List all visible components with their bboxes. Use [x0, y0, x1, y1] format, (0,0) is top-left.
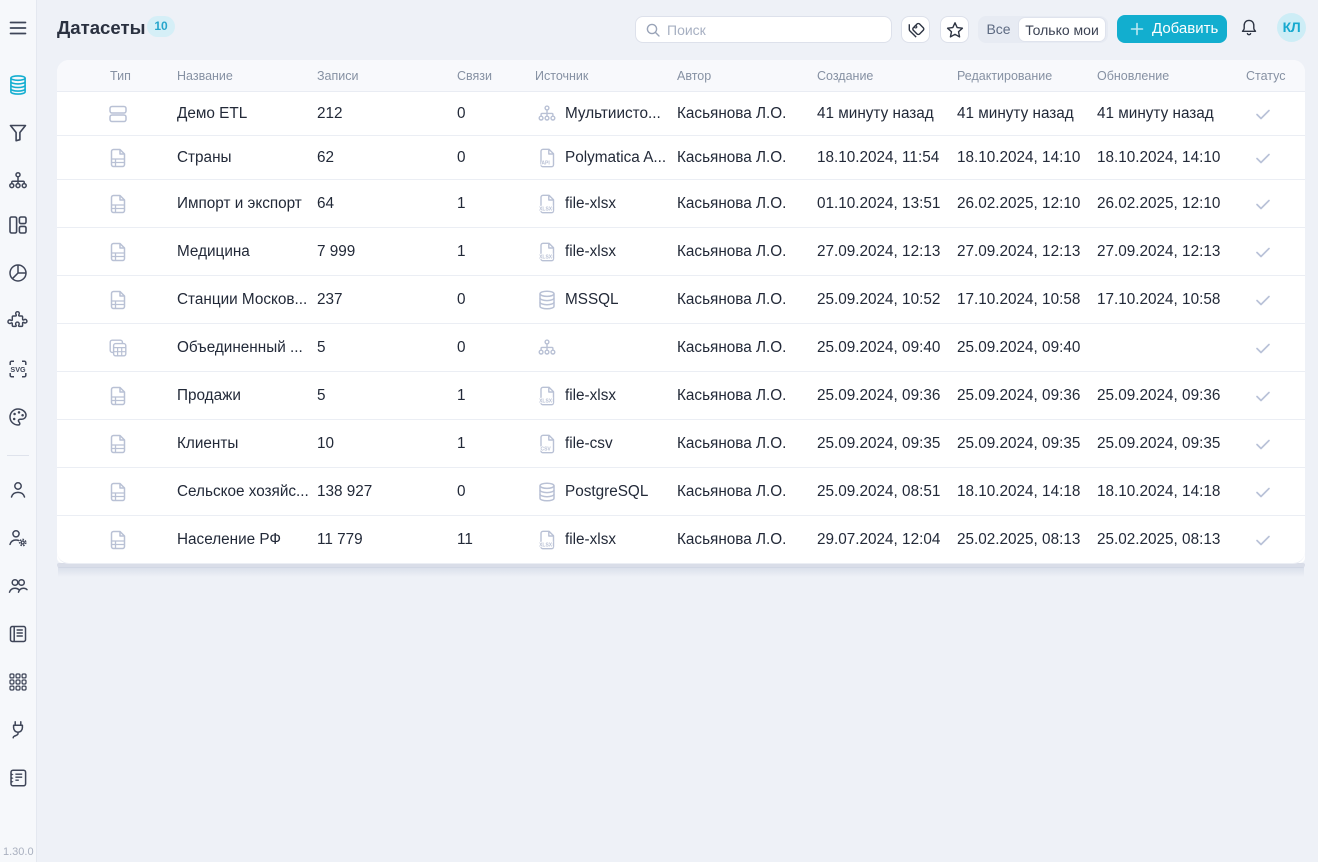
- svg-text:XLSX: XLSX: [539, 206, 553, 212]
- svg-text:API: API: [541, 160, 550, 166]
- svg-text:SVG: SVG: [10, 365, 26, 374]
- svg-text:CSV: CSV: [540, 446, 551, 452]
- svg-text:XLSX: XLSX: [539, 254, 553, 260]
- svg-text:XLSX: XLSX: [539, 542, 553, 548]
- svg-text:XLSX: XLSX: [539, 398, 553, 404]
